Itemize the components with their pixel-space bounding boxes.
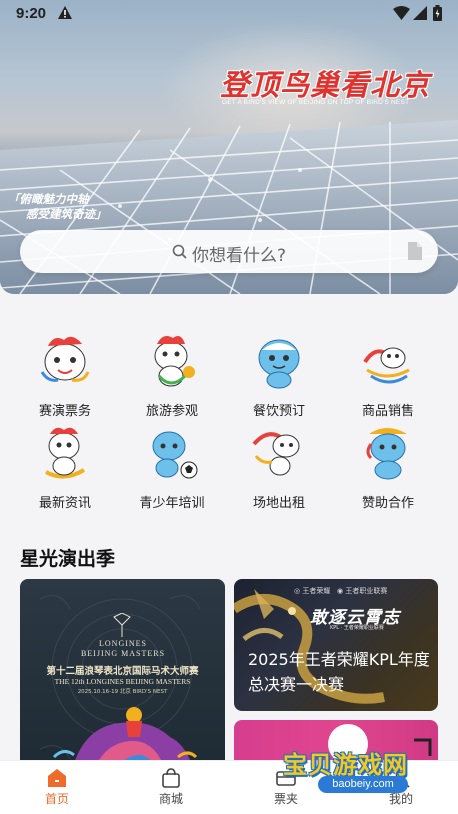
category-label: 场地出租 xyxy=(252,496,305,511)
battery-icon xyxy=(433,5,442,21)
category-label: 赛演票务 xyxy=(38,404,91,419)
hero-slogan-line2: 感受建筑奇迹」 xyxy=(26,207,107,221)
hero-subtitle: GET A BIRD'S VIEW OF BEIJING ON TOP OF B… xyxy=(222,99,410,106)
document-icon[interactable] xyxy=(408,242,422,260)
mascot-news-icon xyxy=(45,427,86,479)
mascot-venue-icon xyxy=(252,432,300,476)
longines-title-cn: 第十二届浪琴表北京国际马术大师赛 xyxy=(46,666,199,677)
category-label: 最新资讯 xyxy=(38,496,91,511)
category-news[interactable]: 最新资讯 xyxy=(10,424,120,512)
warning-icon xyxy=(58,6,72,19)
category-venue[interactable]: 场地出租 xyxy=(224,424,334,512)
wifi-icon xyxy=(393,6,410,20)
mascot-sponsor-icon xyxy=(366,428,407,480)
mascot-shop-icon xyxy=(363,347,410,384)
category-dining[interactable]: 餐饮预订 xyxy=(224,332,334,420)
longines-title-en: THE 12th LONGINES BEIJING MASTERS xyxy=(54,677,191,686)
longines-logo-icon xyxy=(113,613,131,637)
home-icon xyxy=(48,769,66,787)
status-bar: 9:20 xyxy=(0,0,458,28)
category-training[interactable]: 青少年培训 xyxy=(117,424,227,512)
mascot-training-icon xyxy=(152,431,198,479)
watermark-text: 宝贝游戏网 xyxy=(283,751,408,779)
longines-date: 2025.10.16-19 北京 BIRD'S NEST xyxy=(77,689,168,695)
hero-slogan: 「俯瞰魅力中轴 感受建筑奇迹」 xyxy=(8,192,107,222)
mascot-tour-icon xyxy=(154,336,195,387)
shopping-bag-icon xyxy=(162,768,180,788)
category-label: 旅游参观 xyxy=(145,404,198,419)
category-label: 餐饮预订 xyxy=(252,404,305,419)
event-card-longines[interactable]: LONGINES BEIJING MASTERS 第十二届浪琴表北京国际马术大师… xyxy=(20,579,225,779)
search-icon xyxy=(172,244,187,259)
category-label: 商品销售 xyxy=(361,404,414,419)
kpl-sponsor-logos: ◎ 王者荣耀 ◉ 王者职业联赛 xyxy=(294,587,388,595)
category-label: 青少年培训 xyxy=(139,496,205,511)
nav-home[interactable]: 首页 xyxy=(0,761,114,814)
category-sponsor[interactable]: 赞助合作 xyxy=(333,424,443,512)
status-time: 9:20 xyxy=(16,5,47,22)
longines-brand: LONGINES BEIJING MASTERS xyxy=(58,639,188,659)
longines-brand-line1: LONGINES xyxy=(99,639,147,648)
mascot-dining-icon xyxy=(258,339,300,389)
mascot-ticket-icon xyxy=(40,336,90,382)
hero-slogan-line1: 「俯瞰魅力中轴 xyxy=(8,192,89,206)
signal-icon xyxy=(413,6,427,20)
longines-brand-line2: BEIJING MASTERS xyxy=(80,649,166,658)
event-card-kpl[interactable]: ◎ 王者荣耀 ◉ 王者职业联赛 敢逐云霄志 KPL · 王者荣耀职业联赛 202… xyxy=(234,579,438,711)
category-label: 赞助合作 xyxy=(361,496,414,511)
kpl-event-title: 2025年王者荣耀KPL年度总决赛一决赛 xyxy=(248,650,430,694)
nav-shop[interactable]: 商城 xyxy=(114,761,228,814)
category-shop[interactable]: 商品销售 xyxy=(333,332,443,420)
watermark-url: baobeiy.com xyxy=(318,776,408,793)
nav-home-label: 首页 xyxy=(44,792,69,806)
search-bar[interactable]: 你想看什么? xyxy=(20,230,438,273)
search-placeholder: 你想看什么? xyxy=(192,246,287,266)
kpl-brand-small: KPL · 王者荣耀职业联赛 xyxy=(330,625,384,631)
category-tickets[interactable]: 赛演票务 xyxy=(10,332,120,420)
category-tour[interactable]: 旅游参观 xyxy=(117,332,227,420)
hero-title: 登顶鸟巢看北京 xyxy=(220,68,431,102)
section-title: 星光演出季 xyxy=(20,548,116,570)
corner-bracket-icon xyxy=(414,738,432,756)
nav-shop-label: 商城 xyxy=(158,792,183,806)
